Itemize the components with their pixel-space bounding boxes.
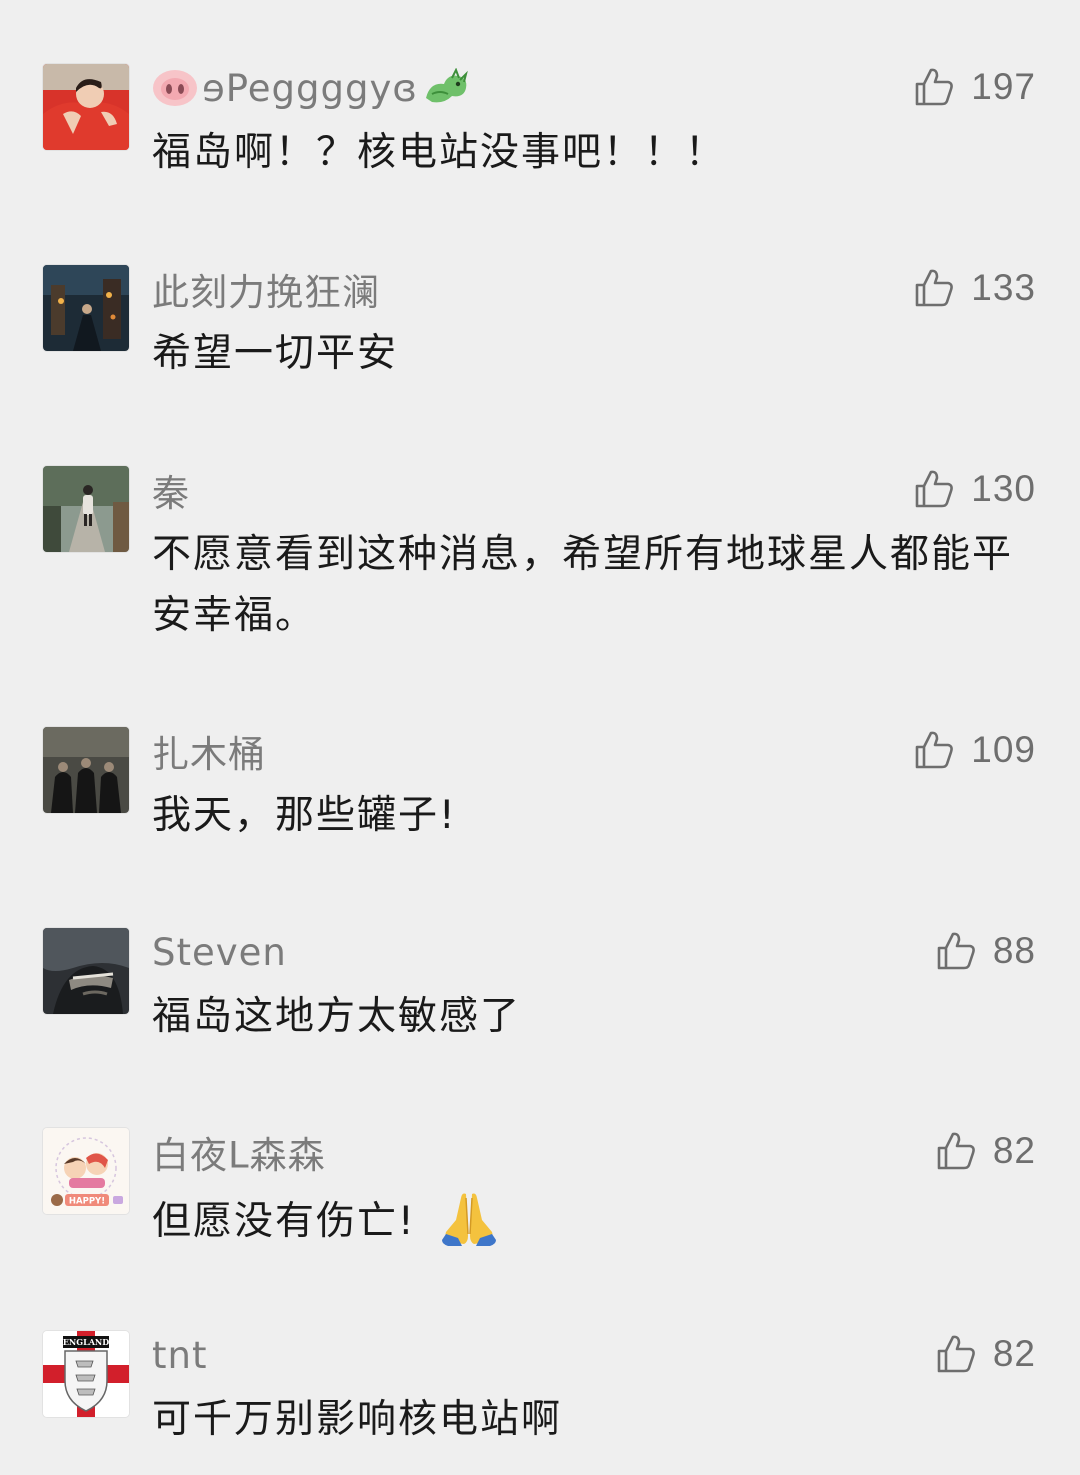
comment-text-content: 但愿没有伤亡! <box>152 1199 416 1244</box>
thumbs-up-icon <box>915 68 954 106</box>
thumbs-up-icon <box>937 932 975 970</box>
like-count: 82 <box>992 1333 1036 1374</box>
user-name[interactable]: 扎木桶 <box>152 724 266 778</box>
thumbs-up-icon <box>915 269 954 307</box>
avatar[interactable] <box>43 466 129 552</box>
pig-nose-emoji-icon <box>152 68 198 108</box>
avatar[interactable] <box>43 928 129 1014</box>
comment-text: 福岛这地方太敏感了 <box>152 994 522 1039</box>
user-name[interactable]: 秦 <box>152 463 190 517</box>
thumbs-up-icon <box>937 1335 975 1373</box>
thumbs-up-icon <box>937 1132 975 1170</box>
like-count: 109 <box>971 729 1036 770</box>
like-count: 82 <box>992 1130 1036 1171</box>
comment-text: 不愿意看到这种消息，希望所有地球星人都能平安幸福。 <box>152 532 1014 638</box>
like-button[interactable]: 82 <box>935 1331 1036 1377</box>
comment-text: 但愿没有伤亡! <box>152 1186 1022 1252</box>
avatar[interactable] <box>43 64 129 150</box>
thumbs-up-icon <box>915 470 954 508</box>
comment-text: 希望一切平安 <box>152 331 399 376</box>
user-name[interactable]: 此刻力挽狂澜 <box>152 262 380 316</box>
avatar-text: ENGLAND <box>63 1337 109 1347</box>
like-button[interactable]: 109 <box>913 727 1036 773</box>
avatar[interactable] <box>43 727 129 813</box>
thumbs-up-icon <box>915 731 954 769</box>
like-count: 88 <box>992 930 1036 971</box>
user-name[interactable]: ɘPeggggyɞ <box>202 67 418 110</box>
avatar-badge-text: HAPPY! <box>69 1197 105 1207</box>
like-button[interactable]: 133 <box>913 265 1036 311</box>
user-name[interactable]: tnt <box>152 1334 207 1377</box>
like-button[interactable]: 197 <box>913 64 1036 110</box>
like-button[interactable]: 82 <box>935 1128 1036 1174</box>
dragon-emoji-icon <box>422 67 470 108</box>
user-name[interactable]: 白夜ᒪ森森 <box>152 1125 326 1179</box>
folded-hands-emoji-icon <box>441 1193 496 1246</box>
like-button[interactable]: 88 <box>935 928 1036 974</box>
like-count: 197 <box>971 66 1036 107</box>
comment-text: 福岛啊！？核电站没事吧！！！ <box>152 130 727 175</box>
like-count: 133 <box>971 267 1036 308</box>
avatar[interactable]: HAPPY! <box>43 1128 129 1214</box>
like-count: 130 <box>971 468 1036 509</box>
user-name[interactable]: Steven <box>152 931 287 974</box>
comment-text: 我天，那些罐子! <box>152 793 457 838</box>
avatar[interactable]: ENGLAND <box>43 1331 129 1417</box>
like-button[interactable]: 130 <box>913 466 1036 512</box>
comment-text: 可千万别影响核电站啊 <box>152 1397 563 1442</box>
avatar[interactable] <box>43 265 129 351</box>
